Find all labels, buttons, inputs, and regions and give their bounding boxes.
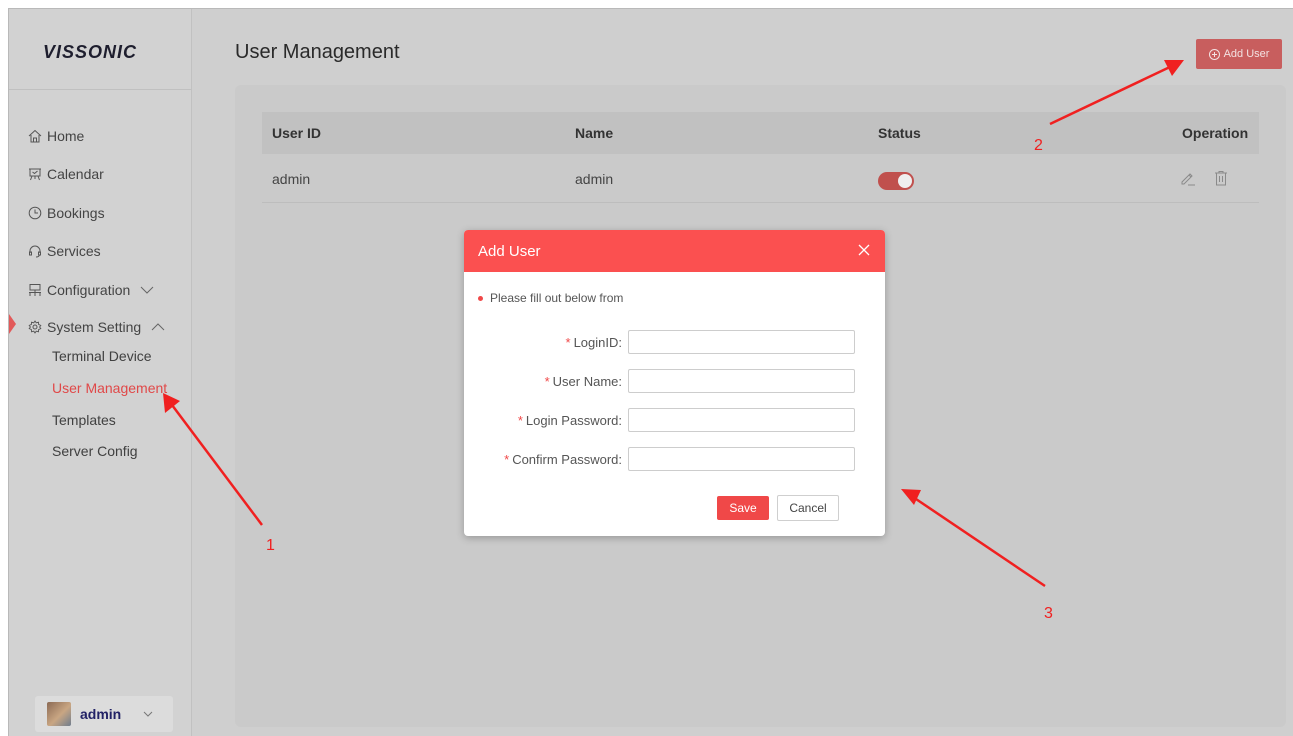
login-id-label: * LoginID: (566, 335, 622, 350)
sidebar-item-calendar[interactable]: Calendar (28, 162, 104, 186)
table-header: User ID Name Status Operation (262, 112, 1259, 154)
sidebar-subitem-terminal-device[interactable]: Terminal Device (52, 348, 152, 364)
login-password-row: * Login Password: (464, 408, 885, 434)
divider (9, 89, 192, 90)
edit-icon[interactable] (1179, 169, 1197, 187)
cell-user-id: admin (272, 171, 311, 187)
network-icon (29, 284, 41, 296)
delete-icon[interactable] (1212, 169, 1230, 187)
login-password-label-text: Login Password: (525, 413, 622, 428)
chevron-up-icon (151, 323, 165, 331)
required-asterisk: * (544, 374, 550, 389)
confirm-password-row: * Confirm Password: (464, 447, 885, 473)
app-window: VISSONIC Home Calendar Bookings Services… (8, 8, 1293, 736)
dialog-header: Add User (464, 230, 885, 272)
sidebar-item-label: System Setting (47, 319, 142, 335)
login-password-label: * Login Password: (518, 413, 622, 428)
save-button[interactable]: Save (717, 496, 769, 520)
annotation-number-3: 3 (1044, 605, 1053, 622)
user-name-input[interactable] (628, 369, 855, 393)
sidebar-item-label: Calendar (47, 166, 104, 182)
sidebar-item-home[interactable]: Home (28, 124, 84, 148)
login-id-input[interactable] (628, 330, 855, 354)
home-icon (28, 129, 42, 143)
clock-icon (28, 206, 42, 220)
gear-icon (28, 320, 42, 334)
headset-icon (29, 245, 41, 258)
column-header-operation: Operation (1182, 125, 1249, 141)
dialog-title: Add User (478, 242, 541, 260)
user-menu[interactable]: admin (35, 696, 173, 732)
sidebar-item-label: Home (47, 128, 85, 144)
required-asterisk: * (517, 413, 523, 428)
login-id-row: * LoginID: (464, 330, 885, 356)
chevron-down-icon (143, 711, 153, 717)
column-header-status: Status (878, 125, 921, 141)
add-user-label: Add User (1223, 48, 1270, 60)
sidebar-subitem-user-management[interactable]: User Management (52, 380, 167, 396)
sidebar-item-label: Configuration (47, 282, 131, 298)
user-name-label: * User Name: (545, 374, 622, 389)
close-icon[interactable] (857, 243, 871, 257)
sidebar-item-system-setting[interactable]: System Setting (28, 315, 165, 339)
sidebar-item-bookings[interactable]: Bookings (28, 201, 105, 225)
sidebar-subitem-templates[interactable]: Templates (52, 412, 116, 428)
active-section-marker (9, 314, 16, 334)
sidebar-item-services[interactable]: Services (28, 239, 101, 263)
brand-logo: VISSONIC (43, 42, 138, 62)
bullet-dot (478, 295, 483, 301)
chevron-down-icon (140, 286, 154, 294)
avatar (47, 702, 71, 726)
cell-name: admin (575, 171, 614, 187)
table-row: admin admin (262, 154, 1259, 203)
user-name-label-text: User Name: (552, 374, 622, 389)
column-header-name: Name (575, 125, 614, 141)
sidebar-item-configuration[interactable]: Configuration (28, 278, 154, 302)
confirm-password-label-text: Confirm Password: (512, 452, 622, 467)
confirm-password-label: * Confirm Password: (504, 452, 622, 467)
calendar-icon (29, 168, 41, 181)
annotation-number-1: 1 (266, 537, 275, 554)
column-header-user-id: User ID (272, 125, 322, 141)
login-id-label-text: LoginID: (573, 335, 622, 350)
sidebar-subitem-server-config[interactable]: Server Config (52, 443, 138, 459)
sidebar: VISSONIC Home Calendar Bookings Services… (9, 9, 192, 736)
annotation-number-2: 2 (1034, 137, 1043, 154)
confirm-password-input[interactable] (628, 447, 855, 471)
sidebar-item-label: Bookings (47, 205, 105, 221)
plus-circle-icon (1208, 48, 1220, 60)
user-name-row: * User Name: (464, 369, 885, 395)
required-asterisk: * (565, 335, 571, 350)
add-user-dialog: Add User Please fill out below from * Log… (464, 230, 885, 536)
page-title: User Management (235, 41, 400, 63)
cancel-button[interactable]: Cancel (777, 495, 839, 521)
sidebar-item-label: Services (47, 243, 101, 259)
add-user-button[interactable]: Add User (1196, 39, 1282, 69)
dialog-note: Please fill out below from (478, 291, 623, 305)
required-asterisk: * (504, 452, 510, 467)
dialog-note-text: Please fill out below from (490, 291, 624, 305)
status-toggle[interactable] (878, 172, 914, 190)
user-name: admin (80, 706, 122, 722)
login-password-input[interactable] (628, 408, 855, 432)
